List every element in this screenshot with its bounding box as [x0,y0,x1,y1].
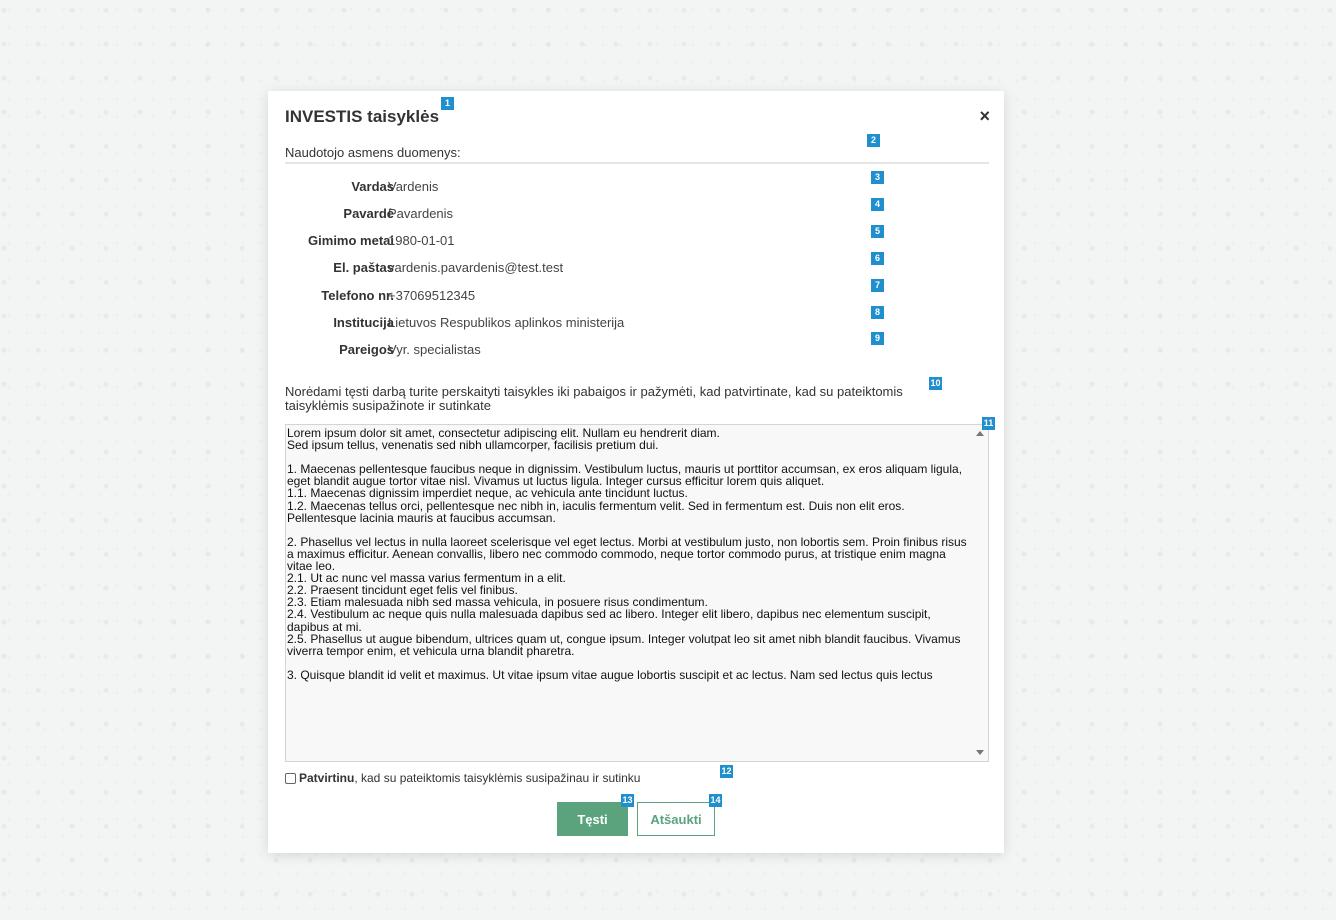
badge-1: 1 [441,97,454,110]
rules-notice: Norėdami tęsti darbą turite perskaityti … [285,384,903,413]
confirm-row: Patvirtinu , kad su pateiktomis taisyklė… [285,771,640,785]
rules-modal: INVESTIS taisyklės 1 × Naudotojo asmens … [268,91,1004,853]
badge-8: 8 [871,306,884,319]
modal-title: INVESTIS taisyklės [285,107,440,126]
field-label: Pavardė [343,206,394,221]
field-value: 1980-01-01 [388,233,455,248]
field-value: Pavardenis [388,206,454,221]
field-value: Vyr. specialistas [388,342,481,357]
rules-textarea[interactable]: Lorem ipsum dolor sit amet, consectetur … [285,424,989,762]
confirm-label: , kad su pateiktomis taisyklėmis susipaž… [354,771,641,785]
badge-7: 7 [871,279,884,292]
field-label: Gimimo metai [308,233,394,248]
field-value: Vardenis [388,179,439,194]
badge-14: 14 [709,794,722,807]
badge-5: 5 [871,225,884,238]
cancel-button[interactable]: Atšaukti [637,802,715,836]
field-value: Lietuvos Respublikos aplinkos ministerij… [388,315,625,330]
field-label: El. paštas [333,260,394,275]
scroll-down-icon[interactable] [976,750,984,755]
badge-3: 3 [871,171,884,184]
rules-scrollbar[interactable] [972,425,988,761]
scroll-up-icon[interactable] [976,431,984,436]
badge-2: 2 [867,134,880,147]
field-value: vardenis.pavardenis@test.test [388,260,564,275]
badge-11: 11 [982,417,995,430]
confirm-checkbox[interactable] [285,772,296,784]
rules-text: Lorem ipsum dolor sit amet, consectetur … [287,426,967,682]
badge-10: 10 [929,377,942,390]
continue-button[interactable]: Tęsti [557,802,628,836]
field-label: Telefono nr. [321,288,394,303]
field-label: Institucija [333,315,394,330]
section-title: Naudotojo asmens duomenys: [285,145,989,164]
badge-12: 12 [720,765,733,778]
close-icon[interactable]: × [979,107,990,125]
field-label: Pareigos [339,342,394,357]
badge-6: 6 [871,252,884,265]
field-pareigos: Pareigos Vyr. specialistas [268,342,988,362]
badge-4: 4 [871,198,884,211]
confirm-bold-label: Patvirtinu [299,771,355,785]
badge-9: 9 [871,332,884,345]
badge-13: 13 [621,794,634,807]
field-value: +37069512345 [388,288,476,303]
